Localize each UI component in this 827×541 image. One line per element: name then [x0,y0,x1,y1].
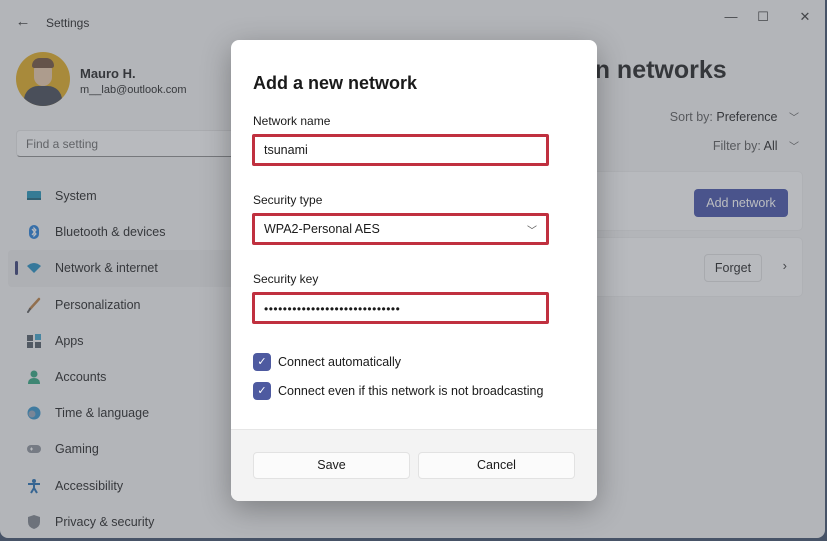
checkmark-icon[interactable]: ✓ [253,353,271,371]
security-type-select[interactable]: WPA2-Personal AES ﹀ [252,213,549,245]
connect-automatically-checkbox[interactable]: ✓ Connect automatically [253,353,401,371]
add-network-dialog: Add a new network Network name tsunami S… [231,40,597,501]
connect-hidden-checkbox[interactable]: ✓ Connect even if this network is not br… [253,382,543,400]
cancel-button[interactable]: Cancel [418,452,575,479]
network-name-label: Network name [253,114,331,128]
security-key-label: Security key [253,272,319,286]
network-name-input[interactable]: tsunami [252,134,549,166]
chevron-down-icon: ﹀ [527,226,537,237]
dialog-title: Add a new network [253,73,418,93]
dialog-footer: Save Cancel [231,429,597,501]
save-button[interactable]: Save [253,452,410,479]
checkmark-icon[interactable]: ✓ [253,382,271,400]
security-type-label: Security type [253,193,323,207]
security-key-input[interactable]: ••••••••••••••••••••••••••••• [252,292,549,324]
